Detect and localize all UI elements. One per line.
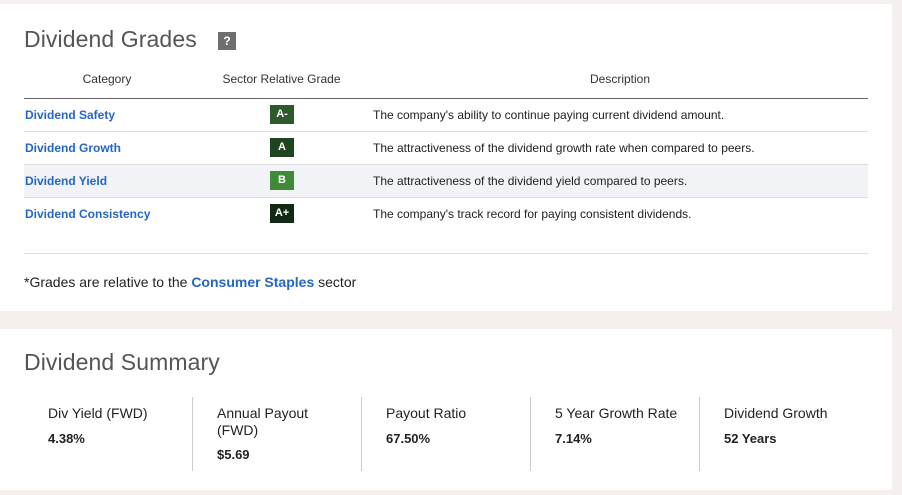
metric-value: 67.50% <box>386 431 431 446</box>
grade-badge: A <box>270 138 294 157</box>
dividend-consistency-link[interactable]: Dividend Consistency <box>25 207 150 221</box>
dividend-summary-card: Dividend Summary Div Yield (FWD) 4.38% A… <box>0 329 892 490</box>
dividend-grades-title: Dividend Grades <box>24 26 197 52</box>
sector-link[interactable]: Consumer Staples <box>191 274 314 290</box>
metric-value: 7.14% <box>555 431 592 446</box>
grade-badge: A+ <box>270 204 294 223</box>
row-description: The company's ability to continue paying… <box>373 108 725 122</box>
column-header-category: Category <box>82 72 132 86</box>
footnote-prefix: *Grades are relative to the <box>24 274 192 290</box>
summary-metrics: Div Yield (FWD) 4.38% Annual Payout (FWD… <box>24 397 868 471</box>
metric-label: Dividend Growth <box>724 405 828 421</box>
metric-label: Div Yield (FWD) <box>48 405 148 421</box>
grade-badge: B <box>270 171 294 190</box>
metric-label: Annual Payout (FWD) <box>217 405 309 438</box>
column-header-description: Description <box>589 72 651 86</box>
grades-table: Category Sector Relative Grade Descripti… <box>24 68 868 230</box>
column-header-grade: Sector Relative Grade <box>222 72 341 86</box>
table-row: Dividend Safety A- The company's ability… <box>24 99 868 132</box>
metric-label: Payout Ratio <box>386 405 467 421</box>
row-description: The attractiveness of the dividend growt… <box>373 141 755 155</box>
dividend-grades-card: Dividend Grades ? Category Sector Relati… <box>0 4 892 311</box>
table-row: Dividend Yield B The attractiveness of t… <box>24 165 868 198</box>
metric-value: $5.69 <box>217 447 250 462</box>
table-row: Dividend Consistency A+ The company's tr… <box>24 198 868 230</box>
dividend-yield-link[interactable]: Dividend Yield <box>25 174 107 188</box>
metric-label: 5 Year Growth Rate <box>555 405 678 421</box>
dividend-safety-link[interactable]: Dividend Safety <box>25 108 115 122</box>
row-description: The attractiveness of the dividend yield… <box>373 174 688 188</box>
grade-badge: A- <box>270 105 294 124</box>
metric-div-yield: Div Yield (FWD) 4.38% <box>24 397 192 471</box>
metric-value: 4.38% <box>48 431 85 446</box>
grades-table-header: Category Sector Relative Grade Descripti… <box>24 68 868 99</box>
table-row: Dividend Growth A The attractiveness of … <box>24 132 868 165</box>
row-description: The company's track record for paying co… <box>373 207 692 221</box>
metric-5yr-growth: 5 Year Growth Rate 7.14% <box>530 397 699 471</box>
grades-footnote: *Grades are relative to the Consumer Sta… <box>24 274 356 290</box>
help-icon[interactable]: ? <box>218 32 236 50</box>
divider <box>24 253 868 254</box>
footnote-suffix: sector <box>314 274 357 290</box>
dividend-growth-link[interactable]: Dividend Growth <box>25 141 121 155</box>
dividend-summary-title: Dividend Summary <box>24 349 220 375</box>
metric-annual-payout: Annual Payout (FWD) $5.69 <box>192 397 361 471</box>
metric-dividend-growth: Dividend Growth 52 Years <box>699 397 868 471</box>
metric-value: 52 Years <box>724 431 777 446</box>
metric-payout-ratio: Payout Ratio 67.50% <box>361 397 530 471</box>
